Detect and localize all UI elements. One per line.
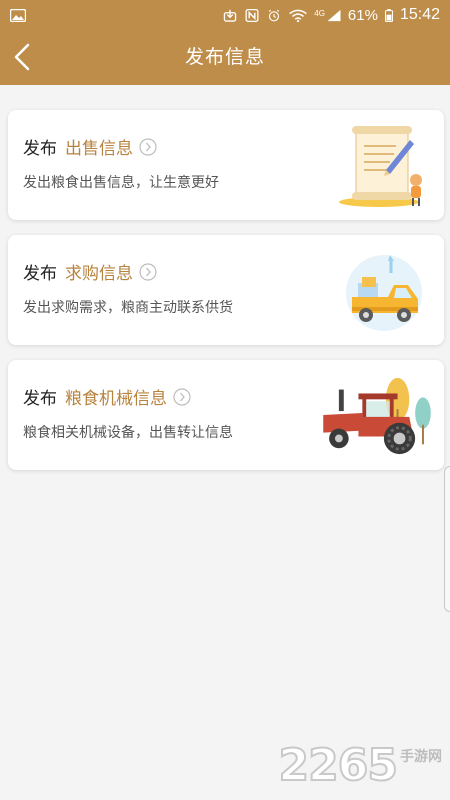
chevron-right-circle-icon xyxy=(173,387,191,406)
card-kind: 求购信息 xyxy=(65,264,133,284)
card-description: 发出粮食出售信息，让生意更好 xyxy=(23,175,219,191)
signal-icon xyxy=(327,9,341,21)
nav-bar: 发布信息 xyxy=(0,30,450,85)
battery-percent: 61% xyxy=(347,6,378,24)
signal-label: 4G xyxy=(314,9,325,18)
publish-machinery-card[interactable]: 发布 粮食机械信息 粮食相关机械设备，出售转让信息 xyxy=(8,360,444,470)
tractor-illustration xyxy=(323,377,431,455)
site-watermark: 2265 手游网 xyxy=(278,740,442,791)
publish-purchase-card[interactable]: 发布 求购信息 发出求购需求，粮商主动联系供货 xyxy=(8,235,444,345)
card-heading: 发布 粮食机械信息 xyxy=(23,384,191,409)
download-icon xyxy=(224,9,237,22)
chevron-right-circle-icon xyxy=(139,262,157,281)
card-prefix: 发布 xyxy=(23,139,57,159)
publish-sale-card[interactable]: 发布 出售信息 发出粮食出售信息，让生意更好 xyxy=(8,110,444,220)
watermark-text: 手游网 xyxy=(400,749,442,765)
watermark-number: 2265 xyxy=(278,740,399,791)
status-bar: 4G 61% 15:42 xyxy=(0,0,450,30)
edge-panel-handle[interactable] xyxy=(444,466,450,612)
card-prefix: 发布 xyxy=(23,389,57,409)
card-heading: 发布 求购信息 xyxy=(23,259,157,284)
chevron-right-circle-icon xyxy=(139,137,157,156)
nfc-icon xyxy=(245,8,259,22)
battery-icon xyxy=(384,8,393,22)
wifi-icon xyxy=(289,9,308,22)
page-title: 发布信息 xyxy=(184,46,265,68)
card-prefix: 发布 xyxy=(23,264,57,284)
alarm-icon xyxy=(269,9,280,21)
clock: 15:42 xyxy=(399,6,440,23)
card-kind: 出售信息 xyxy=(65,139,133,159)
image-icon xyxy=(10,8,26,22)
card-heading: 发布 出售信息 xyxy=(23,134,157,159)
card-description: 发出求购需求，粮商主动联系供货 xyxy=(23,300,233,316)
scroll-pencil-illustration xyxy=(339,126,422,207)
card-kind: 粮食机械信息 xyxy=(65,389,167,409)
delivery-truck-illustration xyxy=(346,255,422,331)
card-description: 粮食相关机械设备，出售转让信息 xyxy=(23,425,233,441)
